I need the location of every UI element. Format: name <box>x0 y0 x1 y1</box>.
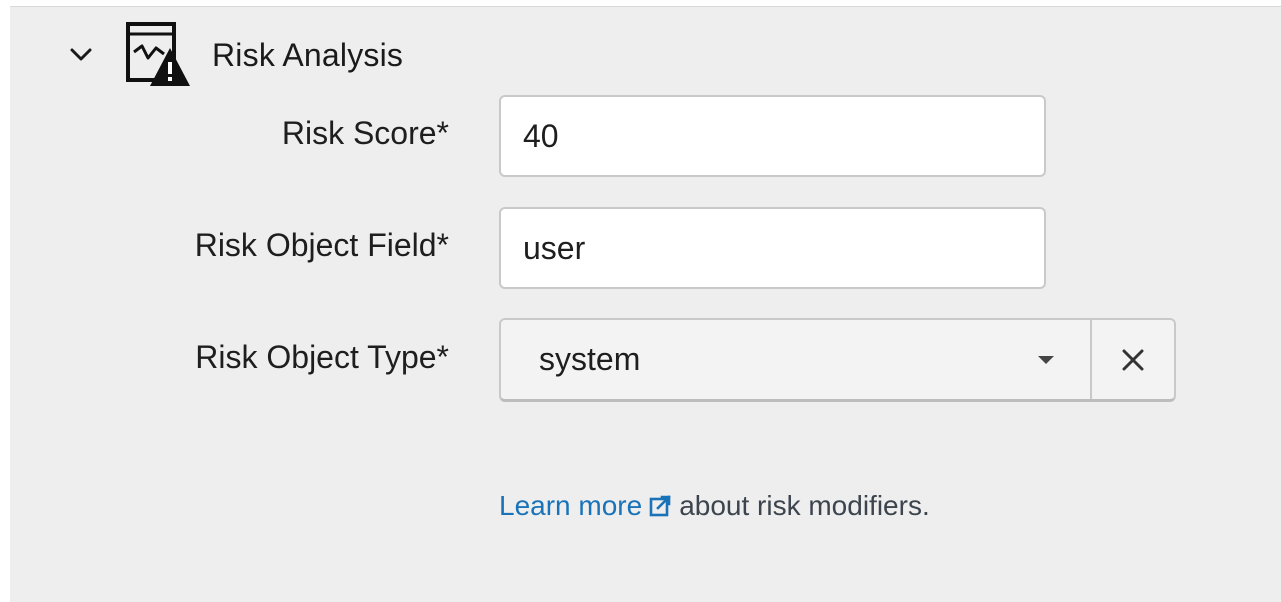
learn-more-label: Learn more <box>499 490 643 521</box>
risk-object-type-value: system <box>539 341 641 377</box>
risk-score-label: Risk Score* <box>281 115 449 151</box>
caret-down-icon <box>1038 355 1054 364</box>
external-link-icon <box>649 495 672 517</box>
help-text: Learn more about risk modifiers. <box>499 490 930 522</box>
risk-score-input[interactable] <box>499 95 1046 177</box>
risk-object-field-label: Risk Object Field* <box>194 227 449 263</box>
risk-analysis-chart-warning-icon <box>126 22 192 88</box>
chevron-down-icon[interactable] <box>66 40 96 70</box>
risk-object-field-row: Risk Object Field* <box>10 207 1281 291</box>
section-title: Risk Analysis <box>212 36 404 73</box>
risk-object-type-row: Risk Object Type* system <box>10 318 1281 402</box>
close-icon <box>1122 349 1144 370</box>
risk-score-row: Risk Score* <box>10 95 1281 179</box>
risk-object-field-input[interactable] <box>499 207 1046 289</box>
clear-selection-button[interactable] <box>1090 320 1174 399</box>
learn-more-link[interactable]: Learn more <box>499 490 679 522</box>
risk-analysis-panel: Risk Analysis Risk Score* Risk Object Fi… <box>10 6 1281 602</box>
risk-object-type-select[interactable]: system <box>499 318 1176 402</box>
section-header[interactable]: Risk Analysis <box>66 22 404 88</box>
risk-object-type-label: Risk Object Type* <box>195 339 449 375</box>
risk-object-type-dropdown[interactable]: system <box>501 320 1090 399</box>
help-suffix: about risk modifiers. <box>679 490 930 521</box>
